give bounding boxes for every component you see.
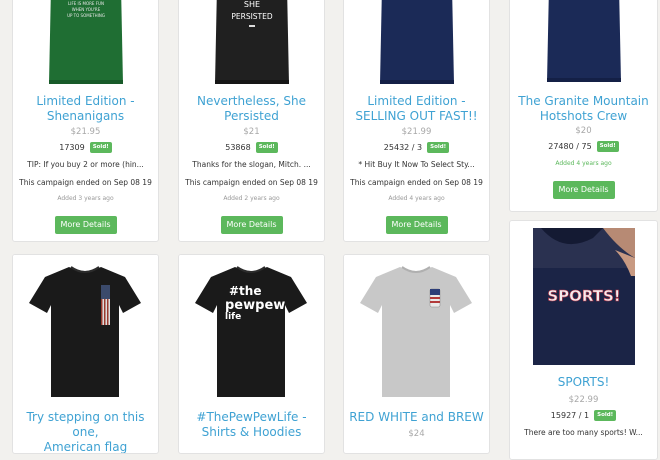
title-line[interactable]: RED WHITE and BREW — [348, 410, 485, 425]
sold-badge: Sold! — [596, 141, 619, 152]
sales-row: 15927 / 1 Sold! — [510, 410, 657, 421]
title-line[interactable]: Limited Edition - — [17, 94, 154, 109]
product-card[interactable]: SPORTS! SPORTS! $22.99 15927 / 1 Sold! T… — [509, 220, 658, 460]
sales-row: 53868 Sold! — [179, 142, 324, 153]
product-description: TIP: If you buy 2 or more (hin... — [27, 160, 144, 169]
sold-badge: Sold! — [427, 142, 450, 153]
product-title[interactable]: Limited Edition - Shenanigans — [17, 94, 154, 124]
shirt-print-line: LIFE IS MORE FUN — [68, 1, 104, 6]
product-title[interactable]: #ThePewPewLife - Shirts & Hoodies — [183, 410, 320, 440]
product-price: $24 — [408, 429, 425, 439]
product-card[interactable]: RED WHITE and BREW $24 — [343, 254, 490, 454]
sold-badge: Sold! — [255, 142, 278, 153]
title-line[interactable]: SPORTS! — [514, 375, 653, 390]
title-line[interactable]: The Granite Mountain — [514, 94, 653, 109]
title-line[interactable]: American flag — [17, 440, 154, 453]
product-image[interactable] — [13, 255, 158, 405]
title-line[interactable]: Persisted — [183, 109, 320, 124]
beer-can-graphic — [429, 288, 441, 308]
added-date: Added 4 years ago — [555, 160, 612, 167]
product-title[interactable]: Limited Edition - SELLING OUT FAST!! — [348, 94, 485, 124]
shirt-print-line: #the — [229, 284, 261, 298]
shirt-print-line: UP TO SOMETHING — [67, 13, 105, 18]
more-details-button[interactable]: More Details — [552, 181, 615, 199]
sales-count: 15927 / 1 — [550, 411, 590, 420]
sales-count: 53868 — [225, 143, 251, 152]
tshirt-photo: SPORTS! — [532, 228, 635, 365]
more-details-button[interactable]: More Details — [385, 216, 448, 234]
tshirt-image — [379, 0, 454, 84]
tshirt-image: SHE PERSISTED — [214, 0, 289, 84]
campaign-ended: This campaign ended on Sep 08 19 — [350, 178, 483, 187]
product-card[interactable]: Limited Edition - SELLING OUT FAST!! $21… — [343, 0, 490, 242]
sales-row: 25432 / 3 Sold! — [344, 142, 489, 153]
product-card[interactable]: #the pewpew life #ThePewPewLife - Shirts… — [178, 254, 325, 454]
shirt-print-line: life — [225, 312, 241, 322]
product-price: $21.95 — [70, 127, 101, 137]
product-image[interactable] — [510, 0, 657, 86]
product-image[interactable]: #the pewpew life — [179, 255, 324, 405]
shirt-print-line: WHEN YOU'RE — [71, 7, 100, 12]
shirt-print-line: pewpew — [225, 298, 285, 313]
added-date: Added 3 years ago — [57, 195, 114, 202]
tshirt-image: #the pewpew life — [179, 255, 324, 405]
title-line[interactable]: Limited Edition - — [348, 94, 485, 109]
product-price: $21 — [243, 127, 260, 137]
shirt-print-line: PERSISTED — [231, 12, 273, 21]
title-line[interactable]: Nevertheless, She — [183, 94, 320, 109]
product-image[interactable]: LIFE IS MORE FUN WHEN YOU'RE UP TO SOMET… — [13, 0, 158, 86]
shirt-print-line: SHE — [243, 0, 259, 9]
sales-row: 17309 Sold! — [13, 142, 158, 153]
sold-badge: Sold! — [594, 410, 617, 421]
product-title[interactable]: The Granite Mountain Hotshots Crew — [514, 94, 653, 124]
title-line[interactable]: Hotshots Crew — [514, 109, 653, 124]
product-title[interactable]: RED WHITE and BREW — [348, 410, 485, 425]
product-image[interactable]: SHE PERSISTED — [179, 0, 324, 86]
flag-graphic — [101, 285, 110, 325]
title-line[interactable]: Try stepping on this one, — [17, 410, 154, 440]
title-line[interactable]: Shirts & Hoodies — [183, 425, 320, 440]
product-image[interactable] — [344, 0, 489, 86]
product-description: Thanks for the slogan, Mitch. ... — [192, 160, 311, 169]
sold-badge: Sold! — [89, 142, 112, 153]
title-line[interactable]: SELLING OUT FAST!! — [348, 109, 485, 124]
added-date: Added 2 years ago — [223, 195, 280, 202]
more-details-button[interactable]: More Details — [220, 216, 283, 234]
tshirt-image — [546, 0, 621, 82]
product-description: There are too many sports! W... — [524, 428, 643, 437]
product-price: $22.99 — [568, 395, 599, 405]
title-line[interactable]: #ThePewPewLife - — [183, 410, 320, 425]
product-price: $20 — [575, 126, 592, 136]
product-title[interactable]: Nevertheless, She Persisted — [183, 94, 320, 124]
product-card[interactable]: SHE PERSISTED Nevertheless, She Persiste… — [178, 0, 325, 242]
campaign-ended: This campaign ended on Sep 08 19 — [19, 178, 152, 187]
tshirt-image — [344, 255, 489, 405]
added-date: Added 4 years ago — [388, 195, 445, 202]
campaign-ended: This campaign ended on Sep 08 19 — [185, 178, 318, 187]
sales-row: 27480 / 75 Sold! — [510, 141, 657, 152]
product-card[interactable]: The Granite Mountain Hotshots Crew $20 2… — [509, 0, 658, 212]
more-details-button[interactable]: More Details — [54, 216, 117, 234]
product-title[interactable]: Try stepping on this one, American flag — [17, 410, 154, 453]
product-image[interactable] — [344, 255, 489, 405]
product-title[interactable]: SPORTS! — [514, 375, 653, 390]
product-card[interactable]: LIFE IS MORE FUN WHEN YOU'RE UP TO SOMET… — [12, 0, 159, 242]
sales-count: 17309 — [59, 143, 85, 152]
product-card[interactable]: Try stepping on this one, American flag — [12, 254, 159, 454]
tshirt-image — [13, 255, 158, 405]
product-image[interactable]: SPORTS! — [510, 228, 657, 365]
product-price: $21.99 — [401, 127, 432, 137]
title-line[interactable]: Shenanigans — [17, 109, 154, 124]
sales-count: 27480 / 75 — [548, 142, 592, 151]
sales-count: 25432 / 3 — [383, 143, 423, 152]
tshirt-image: LIFE IS MORE FUN WHEN YOU'RE UP TO SOMET… — [48, 0, 123, 84]
shirt-print-text: SPORTS! — [547, 287, 620, 305]
product-description: * Hit Buy It Now To Select Sty... — [358, 160, 475, 169]
